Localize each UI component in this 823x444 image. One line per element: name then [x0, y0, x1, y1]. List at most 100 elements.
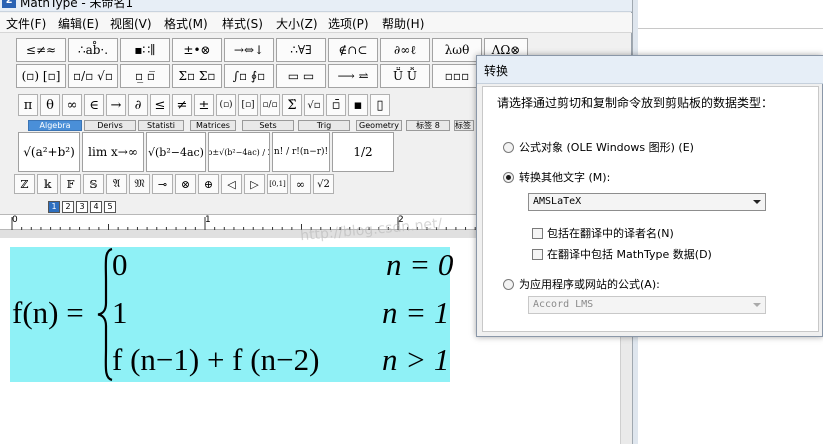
- integers-button[interactable]: ℤ: [14, 174, 35, 194]
- palette-matrices[interactable]: ▫▫▫: [432, 64, 482, 88]
- fraktur-a-button[interactable]: 𝔄: [106, 174, 127, 194]
- sqrt-button[interactable]: √▫: [304, 94, 324, 116]
- palette-sets[interactable]: ∉∩⊂: [328, 38, 378, 62]
- sqrt-two-button[interactable]: √2: [313, 174, 334, 194]
- menu-options[interactable]: 选项(P): [328, 15, 369, 32]
- blackboard-k-button[interactable]: 𝕜: [37, 174, 58, 194]
- menu-style[interactable]: 样式(S): [222, 15, 263, 32]
- tab-9[interactable]: 标签 9: [454, 120, 474, 131]
- multimap-button[interactable]: ⊸: [152, 174, 173, 194]
- checkbox-icon[interactable]: [532, 248, 543, 260]
- interval-button[interactable]: [0,1]: [267, 174, 288, 194]
- palette-bars[interactable]: ▭ ▭: [276, 64, 326, 88]
- palette-integrals[interactable]: ∫▫ ∮▫: [224, 64, 274, 88]
- tab-8[interactable]: 标签 8: [406, 120, 450, 131]
- template-limit[interactable]: lim x→∞: [82, 132, 144, 172]
- tab-stop-left-icon[interactable]: 1: [48, 201, 60, 213]
- menu-size[interactable]: 大小(Z): [276, 15, 318, 32]
- template-combination[interactable]: n! / r!(n−r)!: [272, 132, 330, 172]
- option-ole-object[interactable]: 公式对象 (OLE Windows 图形) (E): [503, 139, 694, 155]
- radio-checked-icon[interactable]: [503, 171, 514, 183]
- palette-products[interactable]: Ṻ Ǚ: [380, 64, 430, 88]
- tab-trig[interactable]: Trig: [298, 120, 350, 131]
- subscript-button[interactable]: ▪: [348, 94, 368, 116]
- template-half[interactable]: 1/2: [332, 132, 394, 172]
- blackboard-s-button[interactable]: 𝕊: [83, 174, 104, 194]
- chevron-down-icon: [753, 200, 761, 204]
- theta-symbol-button[interactable]: θ: [40, 94, 60, 116]
- template-quadratic-formula[interactable]: −b±√(b²−4ac) / 2a: [208, 132, 270, 172]
- window-title: MathType - 未命名1: [20, 0, 134, 10]
- palette-fences[interactable]: (▫) [▫]: [16, 64, 66, 88]
- tab-stop-right-icon[interactable]: 3: [76, 201, 88, 213]
- parentheses-button[interactable]: (▫): [216, 94, 236, 116]
- fraction-button[interactable]: ▫/▫: [260, 94, 280, 116]
- tab-stop-relational-icon[interactable]: 4: [90, 201, 102, 213]
- piecewise-equation[interactable]: f(n) = 0 1 f (n−1) + f (n−2) n = 0 n = 1…: [10, 247, 453, 382]
- tab-matrices[interactable]: Matrices: [190, 120, 236, 131]
- tab-algebra[interactable]: Algebra: [28, 120, 82, 131]
- palette-spaces-ellipses[interactable]: ∴ab̊·.: [68, 38, 118, 62]
- include-mathtype-data-label: 在翻译中包括 MathType 数据(D): [547, 248, 712, 261]
- partial-button[interactable]: ∂: [128, 94, 148, 116]
- tab-sets[interactable]: Sets: [242, 120, 294, 131]
- menu-format[interactable]: 格式(M): [164, 15, 208, 32]
- include-translator-name-option[interactable]: 包括在翻译中的译者名(N): [532, 225, 674, 241]
- case-condition-3: n > 1: [382, 342, 450, 377]
- overbar-button[interactable]: ▫̄: [326, 94, 346, 116]
- palette-summations[interactable]: Σ▫ Σ▫: [172, 64, 222, 88]
- less-equal-button[interactable]: ≤: [150, 94, 170, 116]
- menu-file[interactable]: 文件(F): [6, 15, 46, 32]
- menu-help[interactable]: 帮助(H): [382, 15, 424, 32]
- template-pythagoras[interactable]: √(a²+b²): [18, 132, 80, 172]
- tab-stop-decimal-icon[interactable]: 5: [104, 201, 116, 213]
- palette-operators[interactable]: ±•⊗: [172, 38, 222, 62]
- not-equal-button[interactable]: ≠: [172, 94, 192, 116]
- plus-minus-button[interactable]: ±: [194, 94, 214, 116]
- option-app-website[interactable]: 为应用程序或网站的公式(A):: [503, 276, 660, 292]
- palette-relations[interactable]: ≤≠≈: [16, 38, 66, 62]
- palette-greek-lower[interactable]: λωθ: [432, 38, 482, 62]
- menu-edit[interactable]: 编辑(E): [58, 15, 99, 32]
- fraktur-m-button[interactable]: 𝔐: [129, 174, 150, 194]
- palette-subscripts[interactable]: ▫̲ ▫̅: [120, 64, 170, 88]
- left-triangle-button[interactable]: ◁: [221, 174, 242, 194]
- menu-bar: 文件(F) 编辑(E) 视图(V) 格式(M) 样式(S) 大小(Z) 选项(P…: [0, 13, 632, 33]
- right-triangle-button[interactable]: ▷: [244, 174, 265, 194]
- option-app-website-label: 为应用程序或网站的公式(A):: [519, 278, 660, 291]
- app-website-select-value: Accord LMS: [533, 299, 594, 310]
- infinity-symbol-button[interactable]: ∞: [62, 94, 82, 116]
- palette-labeled-arrows[interactable]: ⟶ ⥨: [328, 64, 378, 88]
- palette-embellishments[interactable]: ▪∷∥: [120, 38, 170, 62]
- tab-geometry[interactable]: Geometry: [356, 120, 402, 131]
- tab-stop-center-icon[interactable]: 2: [62, 201, 74, 213]
- box-button[interactable]: ▯: [370, 94, 390, 116]
- brackets-button[interactable]: [▫]: [238, 94, 258, 116]
- translator-select[interactable]: AMSLaTeX: [528, 193, 766, 211]
- palette-row-templates: (▫) [▫] ▫/▫ √▫ ▫̲ ▫̅ Σ▫ Σ▫ ∫▫ ∮▫ ▭ ▭ ⟶ ⥨…: [14, 64, 530, 88]
- palette-misc[interactable]: ∂∞ℓ: [380, 38, 430, 62]
- menu-view[interactable]: 视图(V): [110, 15, 152, 32]
- palette-arrows[interactable]: →⇔↓: [224, 38, 274, 62]
- case-condition-2: n = 1: [382, 295, 450, 330]
- oplus-button[interactable]: ⊕: [198, 174, 219, 194]
- app-website-select[interactable]: Accord LMS: [528, 296, 766, 314]
- option-translate-text[interactable]: 转换其他文字 (M):: [503, 169, 610, 185]
- tab-derivs[interactable]: Derivs: [84, 120, 136, 131]
- blackboard-f-button[interactable]: 𝔽: [60, 174, 81, 194]
- radio-icon[interactable]: [503, 278, 514, 290]
- palette-fractions-radicals[interactable]: ▫/▫ √▫: [68, 64, 118, 88]
- template-discriminant[interactable]: √(b²−4ac): [146, 132, 206, 172]
- sum-button[interactable]: Σ̈: [282, 94, 302, 116]
- radio-icon[interactable]: [503, 141, 514, 153]
- otimes-button[interactable]: ⊗: [175, 174, 196, 194]
- pi-symbol-button[interactable]: π: [18, 94, 38, 116]
- right-arrow-button[interactable]: →: [106, 94, 126, 116]
- option-ole-label: 公式对象 (OLE Windows 图形) (E): [519, 141, 694, 154]
- infinity-small-button[interactable]: ∞: [290, 174, 311, 194]
- include-mathtype-data-option[interactable]: 在翻译中包括 MathType 数据(D): [532, 246, 712, 262]
- checkbox-icon[interactable]: [532, 227, 543, 239]
- element-of-button[interactable]: ∈: [84, 94, 104, 116]
- palette-logic[interactable]: ∴∀∃: [276, 38, 326, 62]
- tab-statistics[interactable]: Statisti: [138, 120, 184, 131]
